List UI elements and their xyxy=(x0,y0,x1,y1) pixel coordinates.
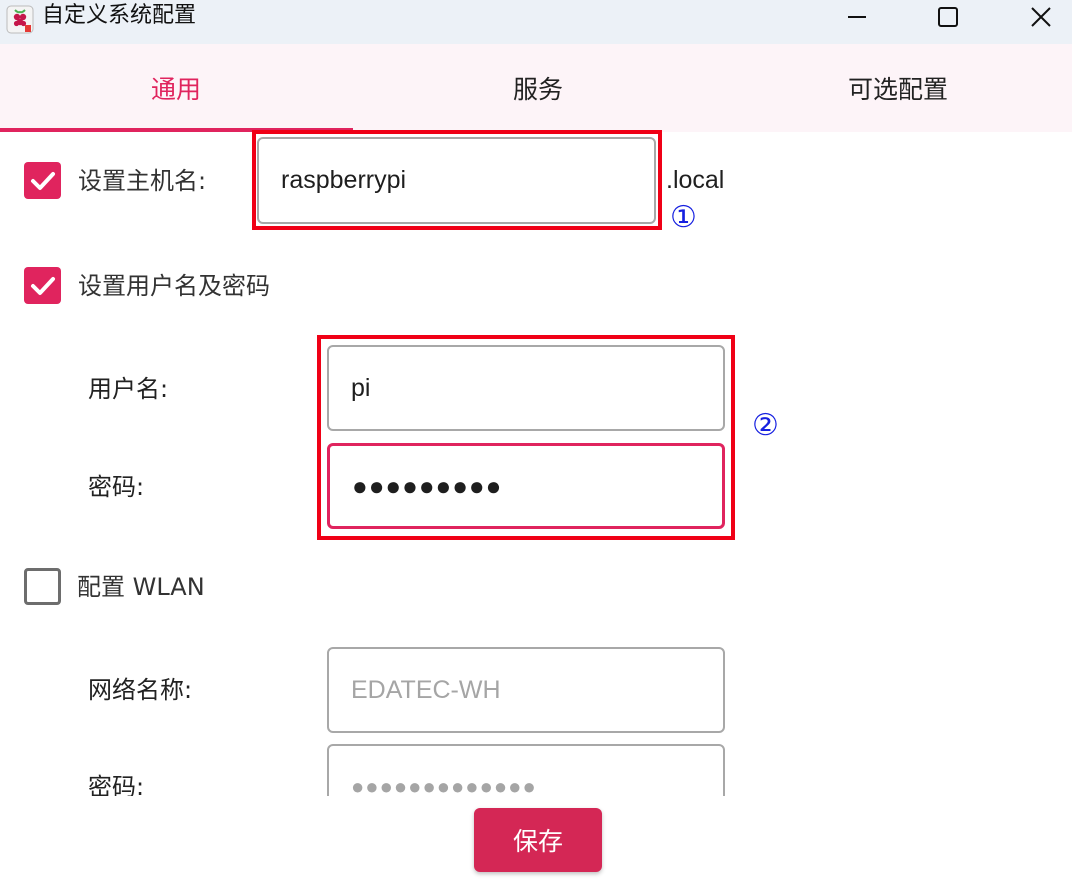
minimize-icon[interactable] xyxy=(834,0,880,34)
hostname-input[interactable]: raspberrypi xyxy=(257,137,656,224)
wlan-checkbox[interactable] xyxy=(24,568,61,605)
ssid-label: 网络名称: xyxy=(88,676,193,704)
ssid-input[interactable]: EDATEC-WH xyxy=(327,647,725,733)
annotation-marker-1: ① xyxy=(670,200,697,235)
title-bar: 自定义系统配置 xyxy=(0,0,1072,44)
hostname-suffix: .local xyxy=(666,166,725,194)
raspberry-pi-icon xyxy=(6,4,34,34)
hostname-checkbox[interactable] xyxy=(24,162,61,199)
hostname-label: 设置主机名: xyxy=(78,167,207,195)
user-password-checkbox[interactable] xyxy=(24,267,61,304)
tab-services[interactable]: 服务 xyxy=(352,44,724,132)
window-title: 自定义系统配置 xyxy=(42,3,197,28)
close-icon[interactable] xyxy=(1018,0,1064,34)
wlan-label: 配置 WLAN xyxy=(77,573,205,601)
tab-bar: 通用 服务 可选配置 xyxy=(0,44,1072,132)
user-password-label: 设置用户名及密码 xyxy=(78,272,270,300)
maximize-icon[interactable] xyxy=(925,0,971,34)
password-input[interactable]: ●●●●●●●●● xyxy=(327,443,725,529)
username-label: 用户名: xyxy=(88,375,169,403)
check-icon xyxy=(30,171,55,190)
tab-options[interactable]: 可选配置 xyxy=(724,44,1072,132)
password-label: 密码: xyxy=(88,473,145,501)
tab-general[interactable]: 通用 xyxy=(0,44,352,132)
check-icon xyxy=(30,276,55,295)
annotation-marker-2: ② xyxy=(752,408,779,443)
password-masked-value: ●●●●●●●●● xyxy=(352,470,503,501)
username-input[interactable]: pi xyxy=(327,345,725,431)
save-button[interactable]: 保存 xyxy=(474,808,602,872)
